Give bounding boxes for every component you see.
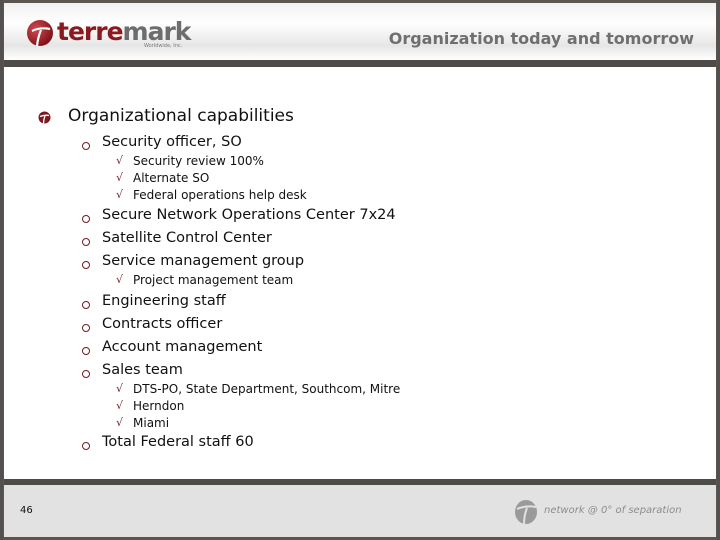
sub-list-item: Security review 100% [133, 154, 264, 168]
heading-bullet-icon [38, 111, 51, 124]
circle-bullet-icon [82, 142, 90, 150]
check-bullet-icon: √ [116, 273, 124, 286]
logo-subtitle: Worldwide, Inc. [144, 43, 183, 49]
page-number: 46 [20, 505, 33, 516]
list-item: Sales team [102, 362, 183, 378]
list-item: Contracts officer [102, 316, 223, 332]
tagline-text: network @ 0° of separation [544, 505, 682, 516]
section-heading: Organizational capabilities [68, 106, 294, 126]
header-divider [4, 60, 716, 67]
list-item: Total Federal staff 60 [102, 434, 254, 450]
list-item: Service management group [102, 253, 305, 269]
list-item: Secure Network Operations Center 7x24 [102, 207, 396, 223]
circle-bullet-icon [82, 324, 90, 332]
list-item: Engineering staff [102, 293, 226, 309]
sub-list-item: Miami [133, 416, 170, 430]
check-bullet-icon: √ [116, 382, 124, 395]
sub-list-item: Project management team [133, 273, 294, 287]
slide-content [4, 67, 716, 479]
list-item: Security officer, SO [102, 134, 242, 150]
circle-bullet-icon [82, 238, 90, 246]
footer-logo-icon [515, 500, 537, 525]
sub-list-item: DTS-PO, State Department, Southcom, Mitr… [133, 382, 401, 396]
circle-bullet-icon [82, 347, 90, 355]
sub-list-item: Alternate SO [133, 171, 210, 185]
slide-title: Organization today and tomorrow [388, 29, 694, 48]
list-item: Satellite Control Center [102, 230, 272, 246]
globe-logo-icon [27, 20, 53, 47]
check-bullet-icon: √ [116, 416, 124, 429]
circle-bullet-icon [82, 261, 90, 269]
circle-bullet-icon [82, 301, 90, 309]
logo-word-terre: terre [57, 17, 124, 46]
check-bullet-icon: √ [116, 188, 124, 201]
terremark-logo: terremark Worldwide, Inc. [26, 17, 191, 49]
circle-bullet-icon [82, 370, 90, 378]
check-bullet-icon: √ [116, 171, 124, 184]
slide-footer: 46 network @ 0° of separation [4, 485, 716, 537]
check-bullet-icon: √ [116, 154, 124, 167]
logo-word-mark: mark [122, 17, 192, 46]
circle-bullet-icon [82, 215, 90, 223]
list-item: Account management [102, 339, 263, 355]
sub-list-item: Federal operations help desk [133, 188, 307, 202]
circle-bullet-icon [82, 442, 90, 450]
slide-header: terremark Worldwide, Inc. Organization t… [4, 3, 716, 60]
footer-tagline: network @ 0° of separation [514, 499, 704, 525]
sub-list-item: Herndon [133, 399, 185, 413]
check-bullet-icon: √ [116, 399, 124, 412]
